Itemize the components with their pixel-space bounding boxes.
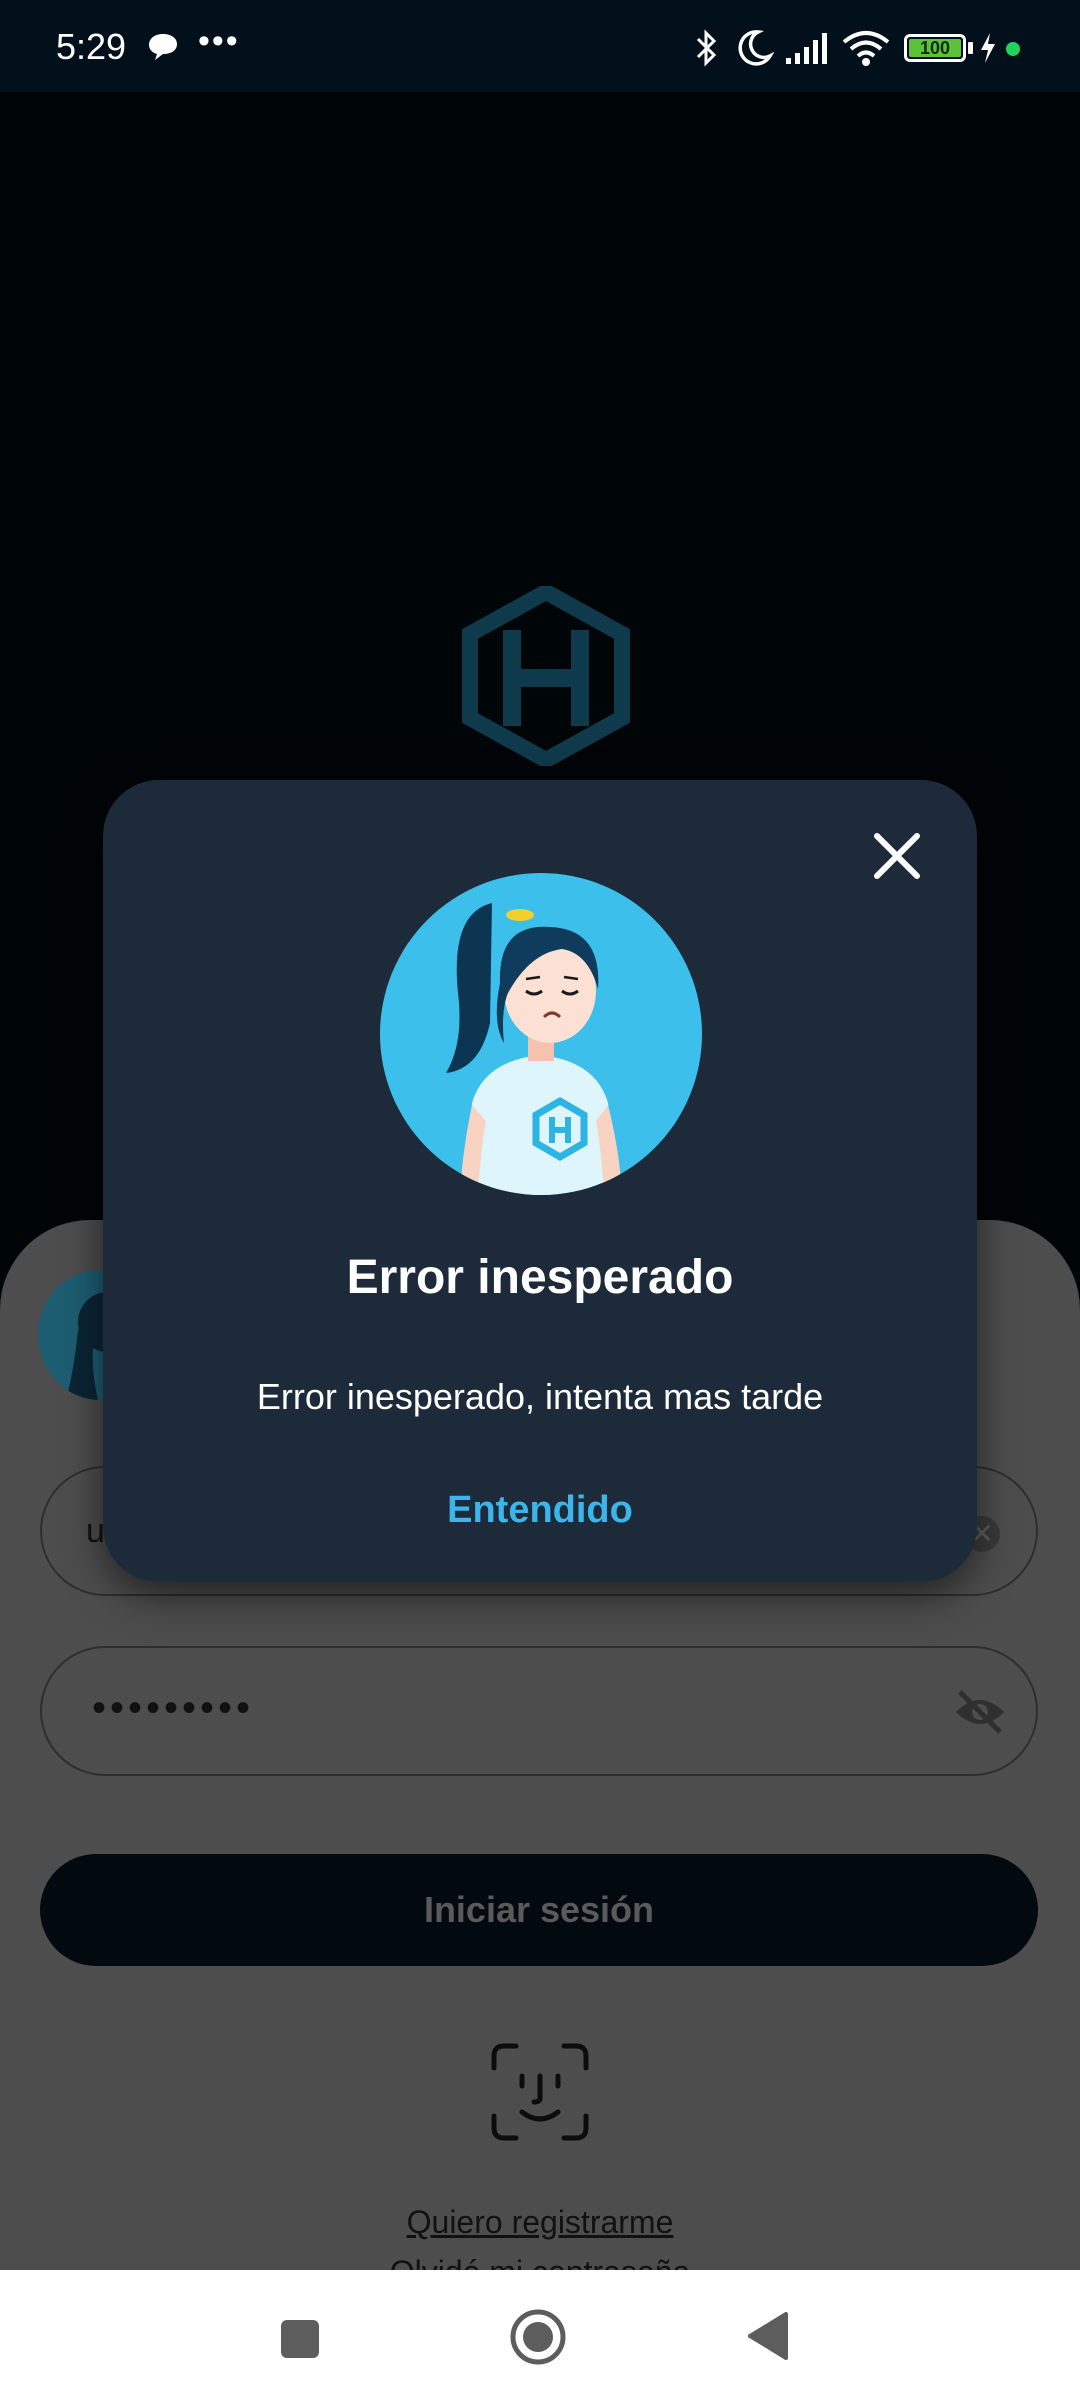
battery-tip bbox=[968, 42, 973, 54]
moon-icon bbox=[736, 28, 775, 73]
home-icon[interactable] bbox=[507, 2306, 569, 2373]
status-bar: 5:29 ••• 100 bbox=[0, 0, 1080, 92]
battery-level: 100 bbox=[909, 39, 961, 57]
dialog-message: Error inesperado, intenta mas tarde bbox=[256, 1376, 824, 1417]
navigation-bar bbox=[0, 2270, 1080, 2400]
dialog-title: Error inesperado bbox=[346, 1251, 734, 1304]
charging-icon bbox=[978, 32, 998, 69]
app-logo bbox=[462, 582, 630, 771]
close-icon[interactable] bbox=[861, 820, 933, 892]
back-icon[interactable] bbox=[744, 2310, 792, 2367]
password-field[interactable]: ••••••••• bbox=[40, 1646, 1038, 1776]
password-value: ••••••••• bbox=[92, 1686, 255, 1730]
signal-icon bbox=[784, 28, 832, 73]
wifi-icon bbox=[842, 28, 890, 73]
register-link[interactable]: Quiero registrarme bbox=[0, 2204, 1080, 2241]
battery-icon: 100 bbox=[904, 34, 966, 62]
confirm-button[interactable]: Entendido bbox=[440, 1472, 640, 1548]
error-dialog: Error inesperado Error inesperado, inten… bbox=[103, 780, 977, 1582]
eye-off-icon[interactable] bbox=[952, 1688, 1008, 1741]
recents-icon[interactable] bbox=[281, 2320, 319, 2358]
status-time: 5:29 bbox=[56, 26, 127, 67]
chat-icon bbox=[146, 32, 180, 67]
privacy-indicator bbox=[1006, 42, 1020, 56]
sad-girl-illustration bbox=[380, 873, 702, 1195]
more-dots-icon: ••• bbox=[198, 22, 240, 60]
login-button[interactable]: Iniciar sesión bbox=[40, 1854, 1038, 1966]
bluetooth-icon bbox=[692, 28, 722, 73]
face-id-icon[interactable] bbox=[488, 2040, 592, 2149]
